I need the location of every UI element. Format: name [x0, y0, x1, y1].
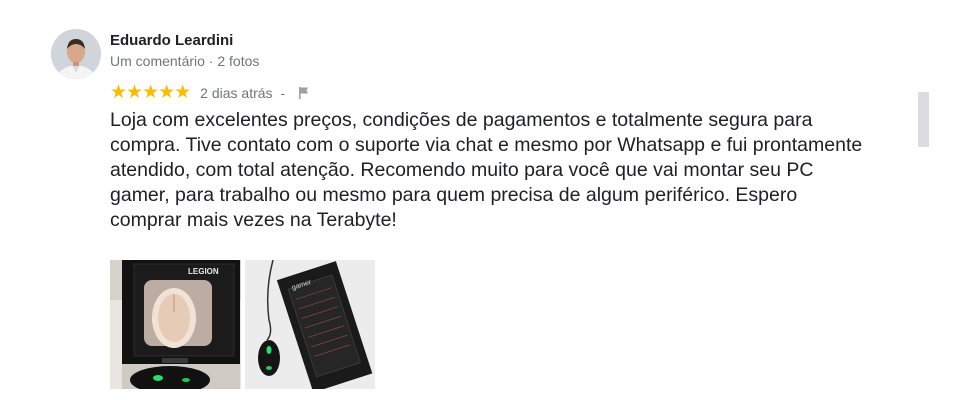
scrollbar-thumb[interactable]	[918, 92, 929, 147]
review-photo-1[interactable]: LEGION	[110, 260, 241, 389]
box-brand-text: LEGION	[188, 267, 219, 276]
avatar-photo	[51, 29, 101, 79]
keyboard-box-photo: gamer	[245, 260, 375, 389]
review-date: 2 dias atrás	[200, 85, 273, 101]
star-rating: ★★★★★	[110, 82, 191, 103]
flag-icon[interactable]	[297, 86, 311, 100]
rating-row: ★★★★★ 2 dias atrás -	[110, 82, 311, 103]
review-text: Loja com excelentes preços, condições de…	[110, 109, 863, 231]
separator: -	[280, 85, 286, 101]
author-meta: Um comentário · 2 fotos	[110, 53, 260, 69]
author-name[interactable]: Eduardo Leardini	[110, 32, 233, 49]
review-photo-2[interactable]: gamer	[245, 260, 375, 389]
mouse-box-photo: LEGION	[110, 260, 241, 389]
avatar[interactable]	[51, 29, 101, 79]
